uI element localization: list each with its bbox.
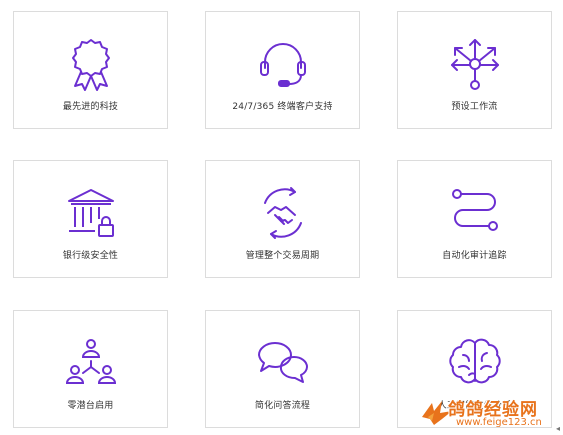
feature-label: 管理整个交易周期 [245, 251, 320, 261]
feature-card-qa: 简化问答流程 [205, 310, 360, 428]
headset-icon [255, 36, 311, 92]
chat-bubbles-icon [255, 335, 311, 391]
handshake-cycle-icon [255, 185, 311, 241]
feature-card-enable: 零潜台启用 [13, 310, 168, 428]
award-ribbon-icon [63, 36, 119, 92]
corner-arrow-icon: ◂ [556, 424, 561, 433]
feature-label: 银行级安全性 [62, 251, 119, 261]
feature-label: 自动化审计追踪 [442, 251, 507, 261]
feature-card-workflow: 预设工作流 [397, 11, 552, 129]
feature-label: 简化问答流程 [254, 401, 311, 411]
feature-card-technology: 最先进的科技 [13, 11, 168, 129]
feature-label: 预设工作流 [451, 102, 498, 112]
bank-lock-icon [63, 185, 119, 241]
feature-card-security: 银行级安全性 [13, 160, 168, 278]
audit-trail-path-icon [447, 185, 503, 241]
feature-card-support: 24/7/365 终端客户支持 [205, 11, 360, 129]
workflow-branch-icon [447, 36, 503, 92]
feature-card-audit: 自动化审计追踪 [397, 160, 552, 278]
feature-label: 最先进的科技 [62, 102, 119, 112]
feature-label: 零潜台启用 [67, 401, 114, 411]
feature-card-ai: 人工智能文件分析 [397, 310, 552, 428]
feature-card-transaction: 管理整个交易周期 [205, 160, 360, 278]
feature-label: 24/7/365 终端客户支持 [232, 102, 333, 112]
feature-label: 人工智能文件分析 [437, 401, 512, 411]
user-network-icon [63, 335, 119, 391]
brain-icon [447, 335, 503, 391]
